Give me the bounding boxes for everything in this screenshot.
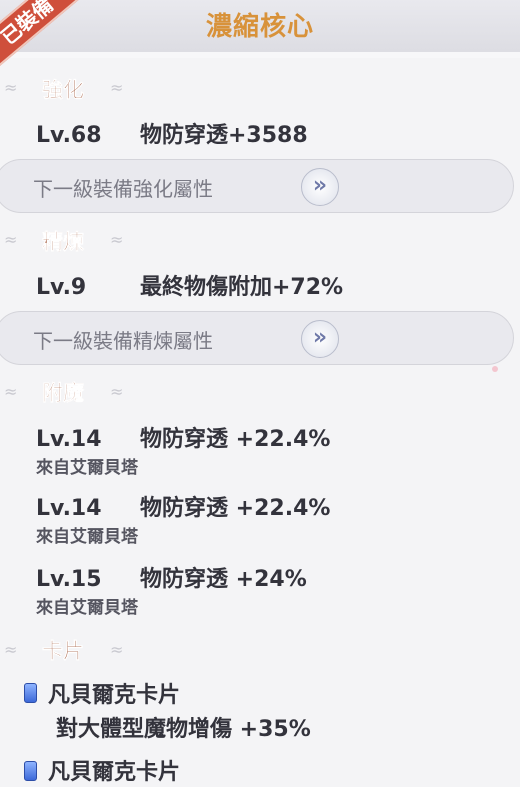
enchant-row: Lv.14 物防穿透 +22.4%: [36, 421, 330, 453]
wing-right-icon: ≈: [110, 230, 124, 249]
enchant-level: Lv.15: [36, 567, 102, 592]
card-name: 凡貝爾克卡片: [48, 760, 181, 785]
card-effect: 對大體型魔物增傷 +35%: [56, 717, 311, 742]
refine-stat-row: Lv.68 物防穿透+3588: [36, 117, 308, 149]
wing-right-icon: ≈: [110, 640, 124, 659]
panel-header: 濃縮核心: [0, 0, 520, 58]
smelt-stat: 最終物傷附加+72%: [140, 275, 344, 300]
panel-title: 濃縮核心: [205, 12, 314, 42]
next-smelt-bar[interactable]: 下一級裝備精煉屬性 »: [0, 311, 514, 365]
enchant-level: Lv.14: [36, 427, 102, 452]
card-name: 凡貝爾克卡片: [48, 683, 181, 708]
enchant-level: Lv.14: [36, 496, 102, 521]
double-chevron-right-icon[interactable]: »: [301, 320, 339, 358]
wing-right-icon: ≈: [110, 382, 124, 401]
enchant-source: 來自艾爾貝塔: [36, 458, 138, 478]
enchant-source: 來自艾爾貝塔: [36, 527, 138, 547]
header-divider: [0, 52, 520, 58]
wing-left-icon: ≈: [4, 382, 18, 401]
refine-level: Lv.68: [36, 123, 102, 148]
enchant-row: Lv.15 物防穿透 +24%: [36, 561, 307, 593]
section-title-enchant: 附魔: [42, 381, 85, 406]
enchant-stat: 物防穿透 +22.4%: [140, 427, 331, 452]
section-title-smelt: 精煉: [42, 230, 85, 255]
wing-left-icon: ≈: [4, 230, 18, 249]
wing-left-icon: ≈: [4, 640, 18, 659]
card-gem-icon: [24, 761, 37, 781]
section-title-cards: 卡片: [42, 639, 85, 664]
wing-left-icon: ≈: [4, 78, 18, 97]
next-refine-bar[interactable]: 下一級裝備強化屬性 »: [0, 159, 514, 213]
refine-stat: 物防穿透+3588: [140, 123, 308, 148]
double-chevron-right-icon[interactable]: »: [301, 168, 339, 206]
enchant-row: Lv.14 物防穿透 +22.4%: [36, 490, 330, 522]
next-refine-label: 下一級裝備強化屬性: [33, 177, 213, 201]
wing-right-icon: ≈: [110, 78, 124, 97]
next-smelt-label: 下一級裝備精煉屬性: [33, 329, 213, 353]
smelt-level: Lv.9: [36, 275, 87, 300]
section-title-refine: 強化: [42, 78, 85, 103]
enchant-source: 來自艾爾貝塔: [36, 598, 138, 618]
enchant-stat: 物防穿透 +24%: [140, 567, 307, 592]
enchant-stat: 物防穿透 +22.4%: [140, 496, 331, 521]
smelt-stat-row: Lv.9 最終物傷附加+72%: [36, 269, 343, 301]
card-gem-icon: [24, 683, 37, 703]
decor-dot: [492, 366, 498, 372]
